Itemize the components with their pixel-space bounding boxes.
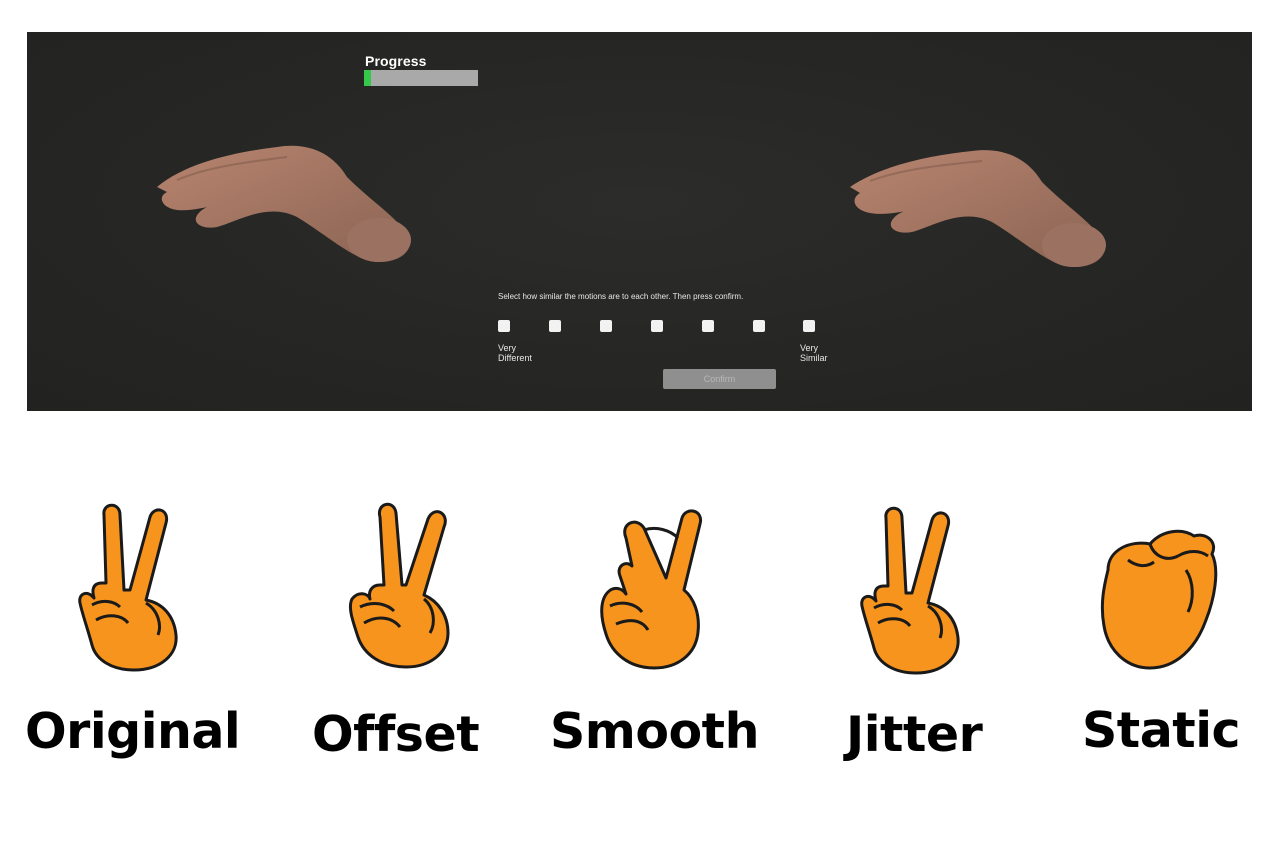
condition-static [1090, 510, 1230, 690]
anchor-right-line2: Similar [800, 353, 828, 363]
condition-original [62, 495, 202, 675]
scale-anchor-very-different: Very Different [498, 343, 532, 363]
likert-option-5[interactable] [702, 320, 714, 332]
anchor-right-line1: Very [800, 343, 819, 353]
left-3d-hand [157, 145, 411, 262]
confirm-button[interactable]: Confirm [663, 369, 776, 389]
peace-sign-hand-icon [348, 502, 450, 669]
condition-smooth [586, 500, 726, 680]
condition-label-smooth: Smooth [550, 703, 759, 760]
anchor-left-line2: Different [498, 353, 532, 363]
condition-label-static: Static [1082, 702, 1241, 759]
likert-option-6[interactable] [753, 320, 765, 332]
likert-option-1[interactable] [498, 320, 510, 332]
right-3d-hand [850, 150, 1106, 267]
likert-option-7[interactable] [803, 320, 815, 332]
likert-option-3[interactable] [600, 320, 612, 332]
similarity-question: Select how similar the motions are to ea… [498, 292, 744, 301]
closed-hand-icon [1100, 529, 1218, 670]
condition-label-original: Original [25, 703, 241, 760]
scale-anchor-very-similar: Very Similar [800, 343, 828, 363]
crossed-fingers-hand-icon [600, 509, 703, 670]
condition-offset [330, 495, 470, 675]
peace-sign-hand-icon [78, 503, 178, 672]
progress-label: Progress [365, 53, 427, 69]
likert-scale [498, 320, 848, 334]
peace-sign-hand-icon [860, 506, 960, 675]
likert-option-4[interactable] [651, 320, 663, 332]
progress-bar-fill [364, 70, 371, 86]
anchor-left-line1: Very [498, 343, 517, 353]
progress-bar [364, 70, 478, 86]
likert-option-2[interactable] [549, 320, 561, 332]
condition-jitter [842, 498, 982, 678]
condition-label-jitter: Jitter [846, 706, 983, 763]
condition-label-offset: Offset [312, 706, 480, 763]
vr-scene-view: Progress Select how similar the motions … [27, 32, 1252, 411]
